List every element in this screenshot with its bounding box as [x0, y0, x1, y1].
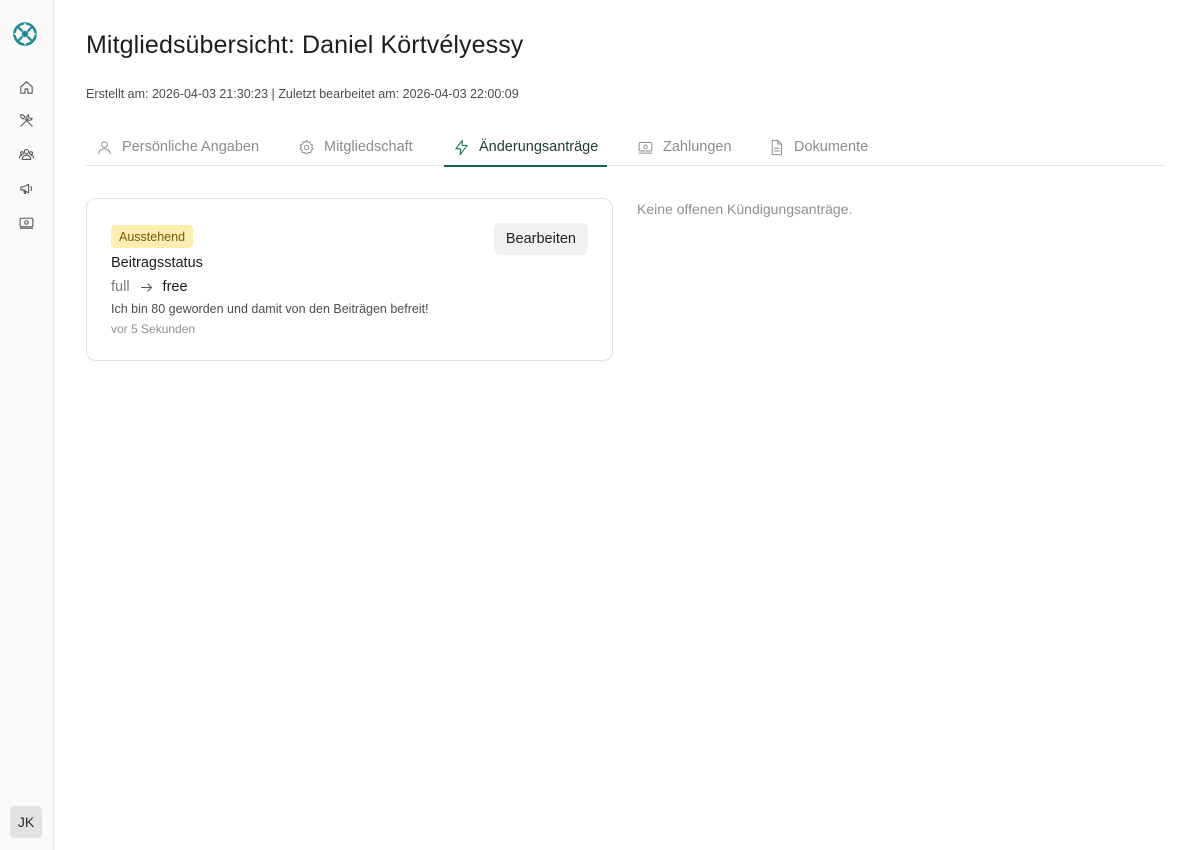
edit-button[interactable]: Bearbeiten: [493, 223, 588, 255]
cancellation-empty-note: Keine offenen Kündigungsanträge.: [637, 201, 853, 217]
user-icon: [98, 140, 111, 154]
avatar[interactable]: JK: [10, 806, 42, 838]
value-change: full free: [111, 279, 188, 295]
gear-icon: [299, 139, 314, 155]
tab-label: Mitgliedschaft: [324, 139, 413, 155]
home-icon: [19, 80, 33, 94]
sidebar-item-payments[interactable]: [15, 211, 37, 233]
tab-documents[interactable]: Dokumente: [768, 128, 868, 166]
app-logo-icon[interactable]: [12, 21, 38, 47]
sidebar-item-home[interactable]: [15, 76, 37, 98]
request-reason: Ich bin 80 geworden und damit von den Be…: [111, 302, 429, 316]
tab-label: Persönliche Angaben: [122, 139, 260, 155]
cash-icon: [19, 217, 33, 229]
tools-icon: [19, 113, 33, 127]
tab-label: Änderungsanträge: [479, 139, 599, 155]
status-badge: Ausstehend: [111, 225, 194, 248]
tab-change-requests[interactable]: Änderungsanträge: [443, 128, 608, 167]
page-title: Mitgliedsübersicht: Daniel Körtvélyessy: [86, 31, 524, 59]
sidebar-item-tools[interactable]: [15, 109, 37, 131]
tab-personal-info[interactable]: Persönliche Angaben: [96, 128, 259, 166]
arrow-right-icon: [140, 282, 152, 292]
new-value: free: [162, 279, 188, 295]
tab-label: Zahlungen: [663, 139, 732, 155]
sidebar-item-members[interactable]: [15, 143, 37, 165]
old-value: full: [111, 279, 130, 295]
sidebar-item-announcements[interactable]: [15, 177, 37, 199]
tab-bar: Persönliche Angaben Mitgliedschaft Änder…: [86, 128, 1165, 167]
sidebar: JK: [0, 0, 54, 850]
request-time-ago: vor 5 Sekunden: [111, 322, 196, 336]
timestamps-meta: Erstellt am: 2026-04-03 21:30:23 | Zulet…: [86, 87, 519, 101]
users-icon: [18, 148, 34, 160]
changed-field-name: Beitragsstatus: [111, 255, 203, 271]
tab-payments[interactable]: Zahlungen: [637, 128, 732, 166]
document-icon: [771, 139, 782, 155]
cash-icon: [638, 141, 653, 154]
megaphone-icon: [19, 183, 32, 194]
tab-membership[interactable]: Mitgliedschaft: [298, 128, 413, 166]
tab-label: Dokumente: [794, 139, 869, 155]
change-request-card: Ausstehend Bearbeiten Beitragsstatus ful…: [86, 198, 613, 361]
lightning-icon: [455, 139, 468, 155]
